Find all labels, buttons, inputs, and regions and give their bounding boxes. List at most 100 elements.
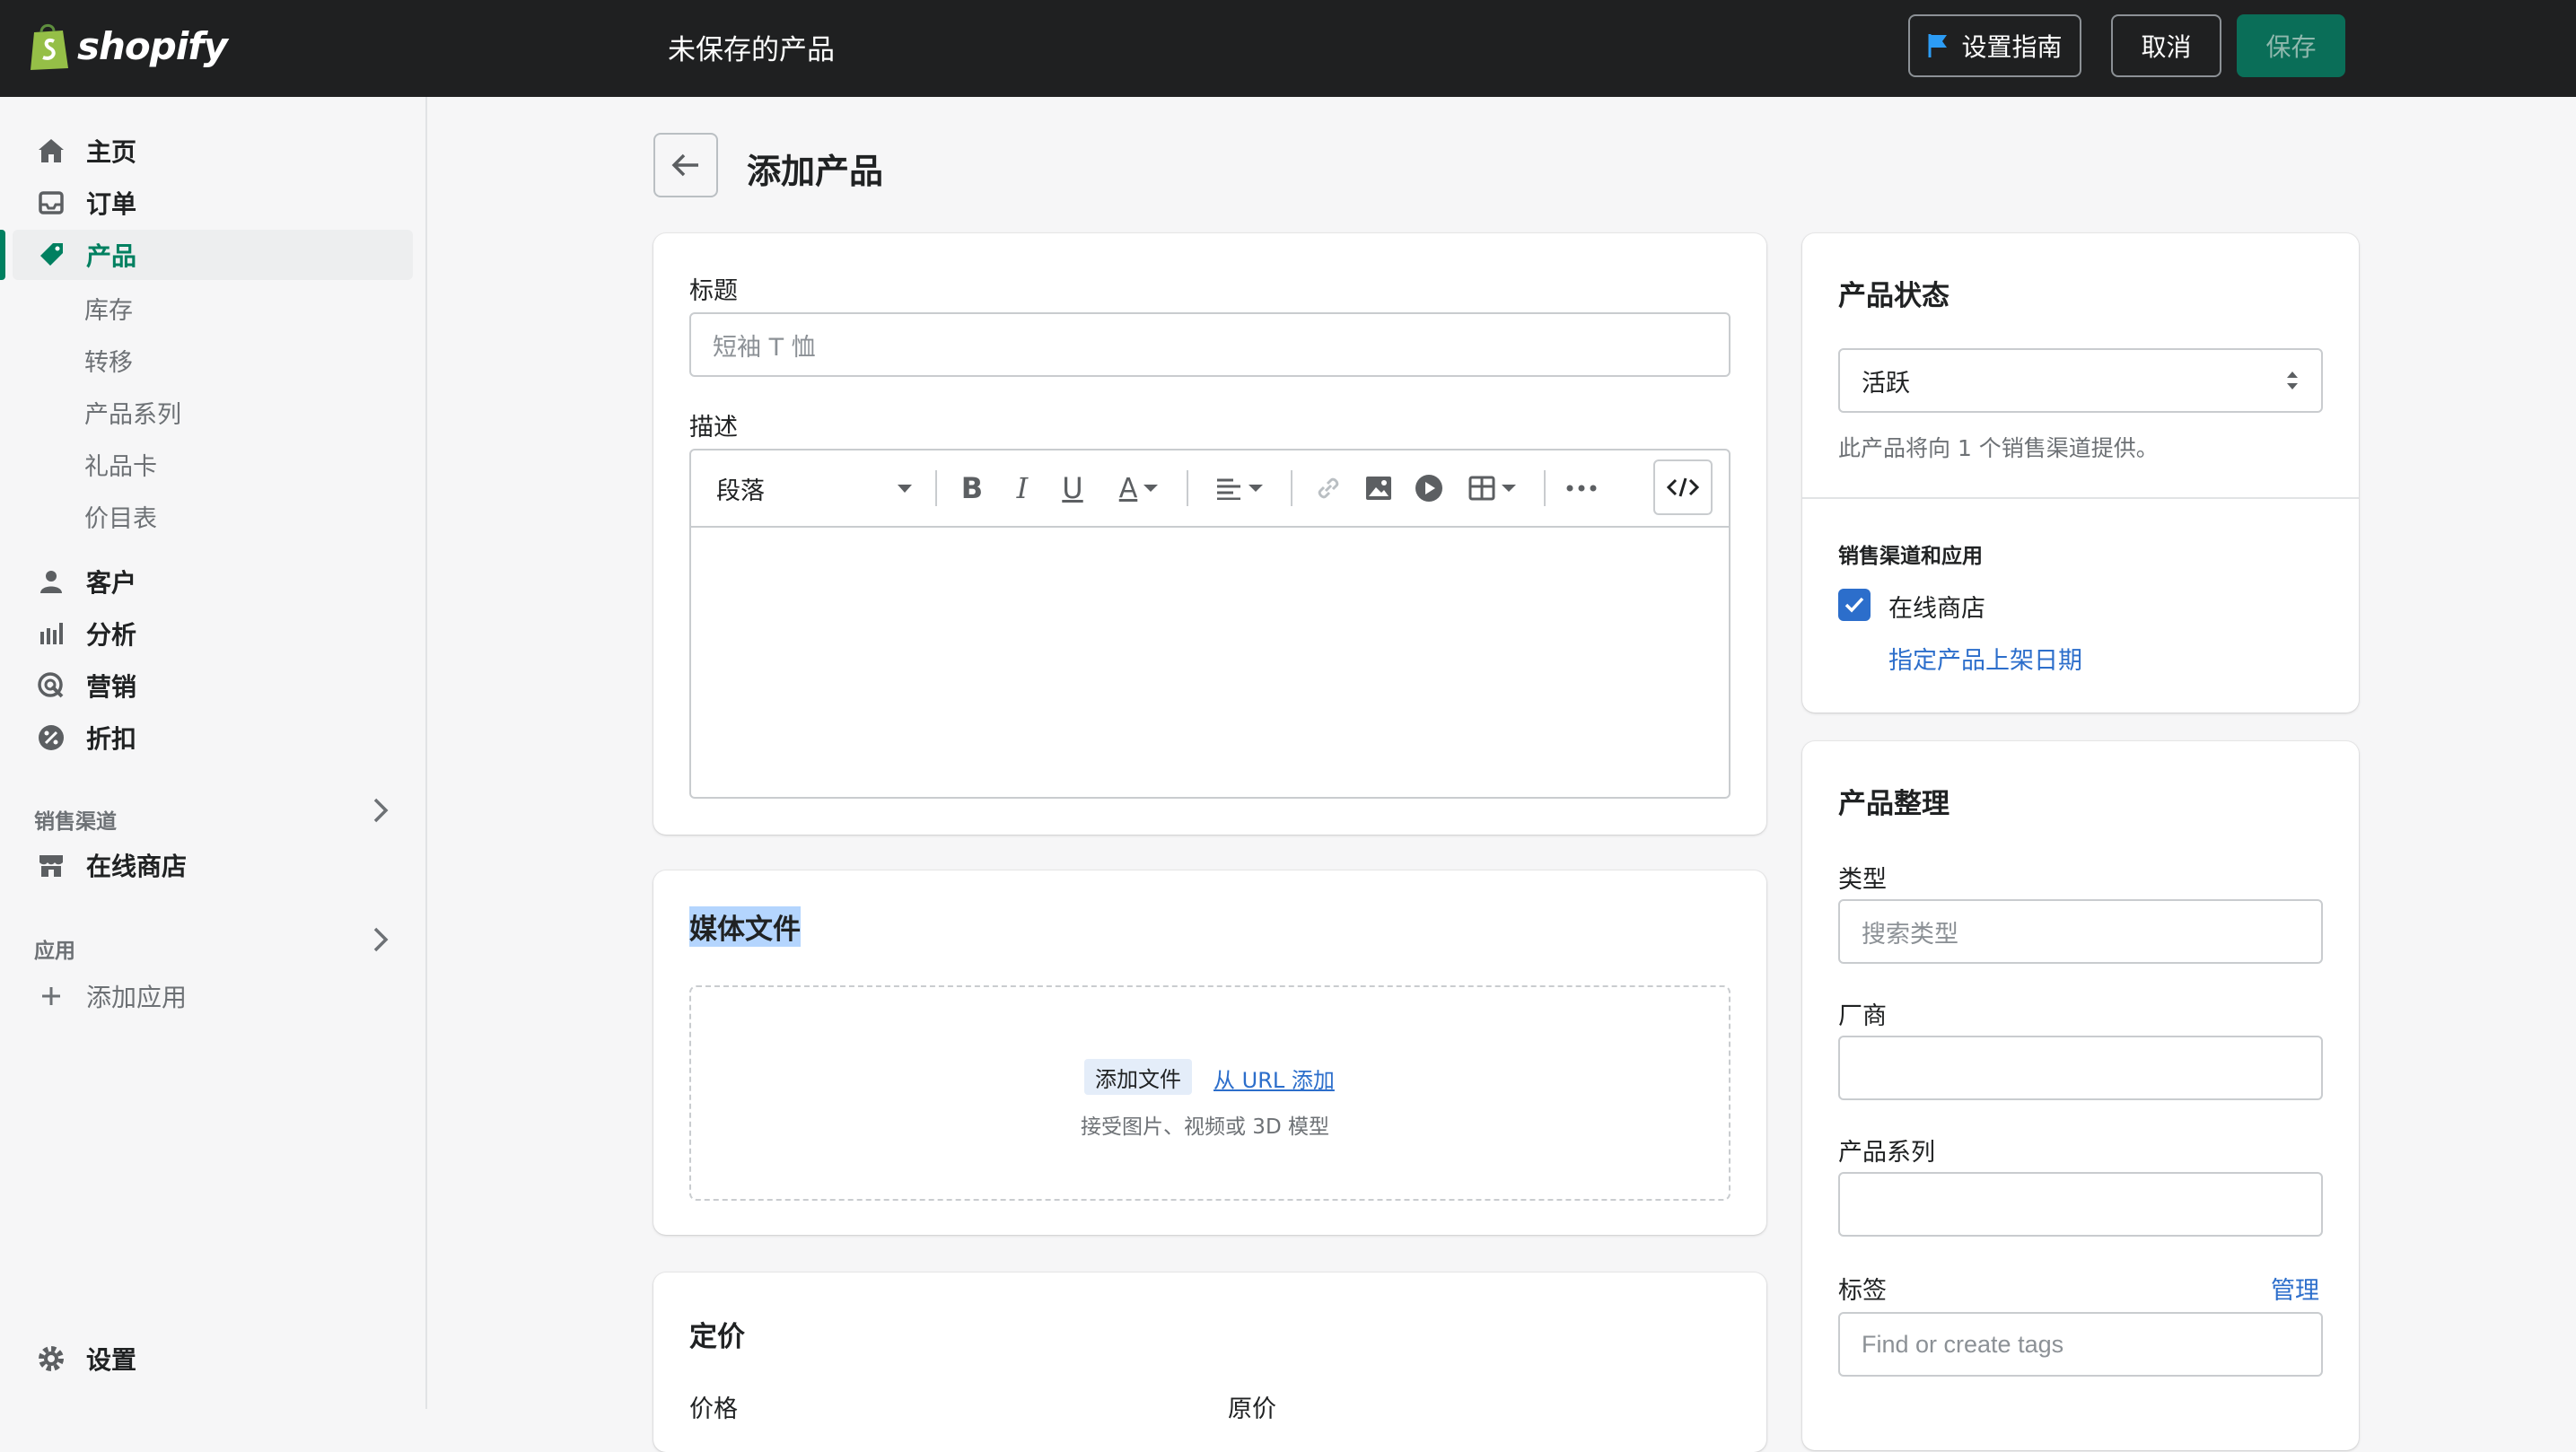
toolbar-divider	[935, 470, 937, 506]
paragraph-select[interactable]: 段落	[716, 472, 914, 505]
chevron-right-icon[interactable]	[370, 924, 391, 963]
toolbar-divider	[1187, 470, 1188, 506]
status-note: 此产品将向 1 个销售渠道提供。	[1838, 435, 2159, 461]
setup-guide-label: 设置指南	[1961, 32, 2063, 62]
underline-icon[interactable]: U	[1057, 470, 1088, 506]
sidebar-item-label: 分析	[86, 620, 137, 650]
sales-channels-heading: 销售渠道	[34, 810, 117, 834]
product-status-title: 产品状态	[1838, 280, 1950, 312]
code-view-icon[interactable]	[1653, 459, 1713, 515]
save-button[interactable]: 保存	[2237, 14, 2345, 77]
arrow-left-icon	[671, 153, 698, 177]
sidebar-subitem-transfers[interactable]: 转移	[84, 343, 133, 378]
sidebar-item-label: 订单	[86, 189, 137, 219]
sidebar-item-analytics[interactable]: 分析	[34, 616, 136, 652]
back-button[interactable]	[653, 133, 718, 197]
sidebar-subitem-collections[interactable]: 产品系列	[84, 395, 181, 430]
sidebar-item-orders[interactable]: 订单	[34, 185, 136, 221]
collection-input[interactable]	[1838, 1172, 2323, 1237]
sidebar-item-add-app[interactable]: 添加应用	[34, 978, 187, 1014]
chevron-right-icon[interactable]	[370, 795, 391, 834]
pricing-card	[653, 1273, 1766, 1452]
link-icon[interactable]	[1310, 470, 1346, 506]
media-dropzone[interactable]	[689, 985, 1730, 1201]
tags-input[interactable]: Find or create tags	[1838, 1312, 2323, 1377]
discount-icon	[34, 721, 68, 755]
brand-name: shopify	[77, 23, 228, 68]
video-icon[interactable]	[1411, 470, 1447, 506]
italic-icon[interactable]: I	[1007, 470, 1038, 506]
tags-label: 标签	[1838, 1277, 1887, 1305]
inbox-icon	[34, 186, 68, 220]
title-label: 标题	[689, 277, 738, 305]
type-input[interactable]: 搜索类型	[1838, 899, 2323, 964]
setup-guide-button[interactable]: 设置指南	[1908, 14, 2081, 77]
status-select-value: 活跃	[1862, 369, 1910, 398]
sidebar-subitem-gift-cards[interactable]: 礼品卡	[84, 447, 157, 482]
bold-icon[interactable]: B	[957, 470, 987, 506]
sidebar-item-label: 设置	[86, 1345, 137, 1375]
active-nav-indicator	[0, 230, 5, 280]
sidebar-item-customers[interactable]: 客户	[34, 564, 136, 599]
add-from-url-link[interactable]: 从 URL 添加	[1214, 1063, 1335, 1094]
sidebar-item-home[interactable]: 主页	[34, 133, 136, 169]
sidebar-item-label: 营销	[86, 672, 137, 702]
gear-icon	[34, 1342, 68, 1376]
sidebar-subitem-inventory[interactable]: 库存	[84, 291, 133, 326]
sidebar-item-label: 折扣	[86, 724, 137, 754]
select-arrows-icon	[2287, 372, 2298, 389]
price-label: 价格	[689, 1395, 738, 1423]
bar-chart-icon	[34, 617, 68, 651]
home-icon	[34, 134, 68, 168]
title-input[interactable]: 短袖 T 恤	[689, 312, 1730, 377]
sidebar-item-products[interactable]: 产品	[34, 237, 136, 273]
status-select[interactable]: 活跃	[1838, 348, 2323, 413]
sidebar-item-label: 客户	[86, 568, 137, 598]
schedule-availability-link[interactable]: 指定产品上架日期	[1888, 641, 2082, 676]
media-hint: 接受图片、视频或 3D 模型	[1081, 1115, 1329, 1139]
online-store-checkbox[interactable]	[1838, 589, 1871, 621]
type-label: 类型	[1838, 866, 1887, 894]
plus-icon	[34, 979, 68, 1013]
collection-label: 产品系列	[1838, 1139, 1935, 1167]
sidebar-item-label: 产品	[86, 241, 137, 271]
sidebar-item-discounts[interactable]: 折扣	[34, 720, 136, 756]
flag-icon	[1928, 34, 1948, 57]
page-title: 添加产品	[747, 152, 884, 191]
sidebar-item-online-store[interactable]: 在线商店	[34, 847, 187, 883]
align-icon[interactable]	[1208, 470, 1271, 506]
store-icon	[34, 848, 68, 882]
sidebar-item-label: 添加应用	[86, 983, 188, 1012]
sidebar-item-label: 主页	[86, 137, 137, 167]
media-title: 媒体文件	[689, 906, 801, 947]
pricing-title: 定价	[689, 1321, 745, 1353]
tag-icon	[34, 238, 68, 272]
caret-down-icon	[898, 485, 912, 493]
compare-price-label: 原价	[1228, 1395, 1276, 1423]
person-icon	[34, 564, 68, 599]
table-icon[interactable]	[1461, 470, 1524, 506]
cancel-button[interactable]: 取消	[2111, 14, 2221, 77]
description-label: 描述	[689, 414, 738, 442]
manage-tags-link[interactable]: 管理	[2271, 1271, 2319, 1306]
checkmark-icon	[1844, 597, 1864, 613]
unsaved-title: 未保存的产品	[668, 34, 835, 66]
text-color-icon[interactable]: A	[1108, 470, 1170, 506]
paragraph-select-label: 段落	[716, 477, 765, 505]
sidebar-item-label: 在线商店	[86, 852, 188, 881]
sidebar-subitem-price-lists[interactable]: 价目表	[84, 499, 157, 534]
more-icon[interactable]	[1564, 470, 1599, 506]
toolbar-divider	[1544, 470, 1546, 506]
organization-title: 产品整理	[1838, 788, 1950, 820]
divider	[1802, 497, 2359, 499]
image-icon[interactable]	[1361, 470, 1397, 506]
vendor-label: 厂商	[1838, 1002, 1887, 1030]
sidebar-item-settings[interactable]: 设置	[34, 1341, 136, 1377]
sidebar-item-marketing[interactable]: 营销	[34, 668, 136, 704]
vendor-input[interactable]	[1838, 1036, 2323, 1100]
apps-heading: 应用	[34, 940, 75, 963]
add-file-button[interactable]: 添加文件	[1084, 1059, 1192, 1095]
target-icon	[34, 669, 68, 703]
toolbar-divider	[1291, 470, 1292, 506]
shopify-logo[interactable]: shopify	[27, 20, 228, 72]
